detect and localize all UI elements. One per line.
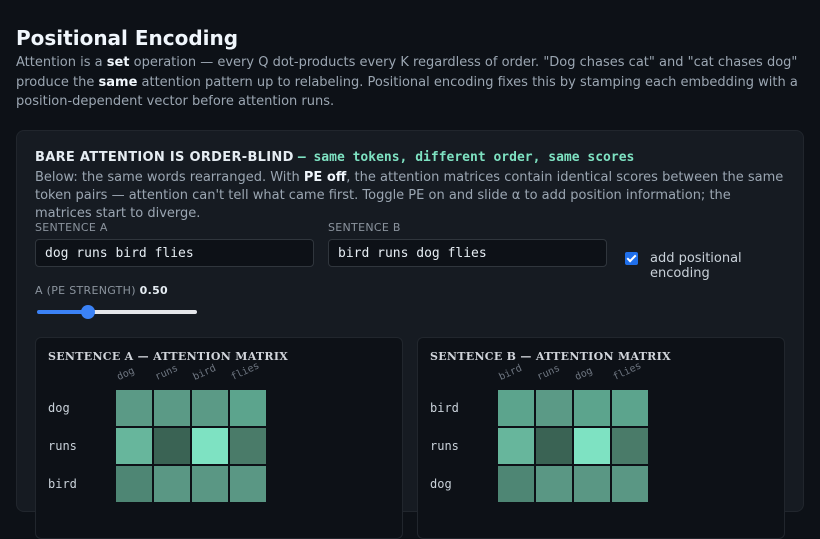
matrix-b-cell: [574, 390, 610, 426]
matrix-b-cell: [612, 390, 648, 426]
matrix-b-cell: [536, 466, 572, 502]
matrix-a-col-label: dog: [115, 365, 137, 383]
matrix-a-row-label: dog: [48, 401, 70, 415]
intro-part: set: [106, 55, 130, 70]
matrix-b-panel: SENTENCE B — ATTENTION MATRIX bird runs do…: [417, 337, 785, 539]
matrix-a-col-label: bird: [191, 362, 218, 383]
matrix-b-row-label: dog: [430, 477, 452, 491]
matrix-a-cell: [192, 428, 228, 464]
intro-part: same: [98, 74, 138, 90]
matrix-b-row-label: bird: [430, 401, 459, 415]
matrix-a-cell: [116, 428, 152, 464]
alpha-label-text: Α (PE STRENGTH): [35, 284, 136, 297]
matrix-a-row-label: runs: [48, 439, 77, 453]
pe-toggle-label[interactable]: add positional encoding: [650, 251, 803, 281]
matrix-a-cell: [230, 390, 266, 426]
alpha-slider-track: [87, 310, 197, 314]
matrix-b-cell: [498, 428, 534, 464]
alpha-slider[interactable]: [37, 305, 197, 319]
alpha-slider-thumb[interactable]: [80, 305, 95, 319]
alpha-value: 0.50: [139, 284, 168, 297]
card-desc-part: Below: the same words rearranged. With: [35, 170, 304, 185]
card-heading-title: BARE ATTENTION IS ORDER-BLIND: [35, 150, 294, 165]
sentence-b-label: SENTENCE B: [328, 221, 401, 234]
order-blind-card: BARE ATTENTION IS ORDER-BLIND — same tok…: [16, 130, 804, 539]
matrix-b-cell: [536, 390, 572, 426]
card-description: Below: the same words rearranged. With P…: [35, 169, 785, 223]
matrix-b-row-label: runs: [430, 439, 459, 453]
matrix-b-col-label: bird: [497, 362, 524, 383]
matrix-a-panel: SENTENCE A — ATTENTION MATRIX dog runs bir…: [35, 337, 403, 539]
card-heading-subtitle: — same tokens, different order, same sco…: [297, 150, 635, 165]
matrix-a-cell: [192, 466, 228, 502]
pe-checkbox[interactable]: [625, 252, 638, 265]
matrix-b-cell: [498, 390, 534, 426]
intro-part: Attention is a: [16, 55, 107, 70]
card-heading: BARE ATTENTION IS ORDER-BLIND — same tok…: [35, 150, 634, 165]
matrix-a-cell: [154, 466, 190, 502]
matrix-b-col-label: runs: [535, 362, 562, 383]
card-desc-part: PE off: [303, 170, 347, 185]
matrix-b-cell: [536, 428, 572, 464]
matrix-a-cell: [154, 428, 190, 464]
sentence-b-input[interactable]: [328, 239, 607, 267]
matrix-b-cell: [612, 428, 648, 464]
matrix-a-row-label: bird: [48, 477, 77, 491]
matrix-a-cell: [154, 390, 190, 426]
page-title: Positional Encoding: [16, 26, 239, 50]
matrix-b-cell: [498, 466, 534, 502]
matrix-a-cell: [116, 390, 152, 426]
matrix-b-col-label: dog: [573, 365, 595, 383]
matrix-b-cell: [612, 466, 648, 502]
sentence-a-label: SENTENCE A: [35, 221, 108, 234]
matrix-b-cell: [574, 428, 610, 464]
matrix-a-col-label: flies: [229, 360, 262, 383]
matrix-b-cell: [574, 466, 610, 502]
matrix-a-col-label: runs: [153, 362, 180, 383]
matrix-a-cell: [192, 390, 228, 426]
matrix-a-cell: [230, 466, 266, 502]
matrix-a-cell: [230, 428, 266, 464]
sentence-a-input[interactable]: [35, 239, 314, 267]
matrix-b-col-label: flies: [611, 360, 644, 383]
intro-text: Attention is a set operation — every Q d…: [16, 53, 806, 112]
matrix-a-cell: [116, 466, 152, 502]
alpha-label: Α (PE STRENGTH) 0.50: [35, 284, 168, 297]
check-icon: [626, 252, 637, 263]
